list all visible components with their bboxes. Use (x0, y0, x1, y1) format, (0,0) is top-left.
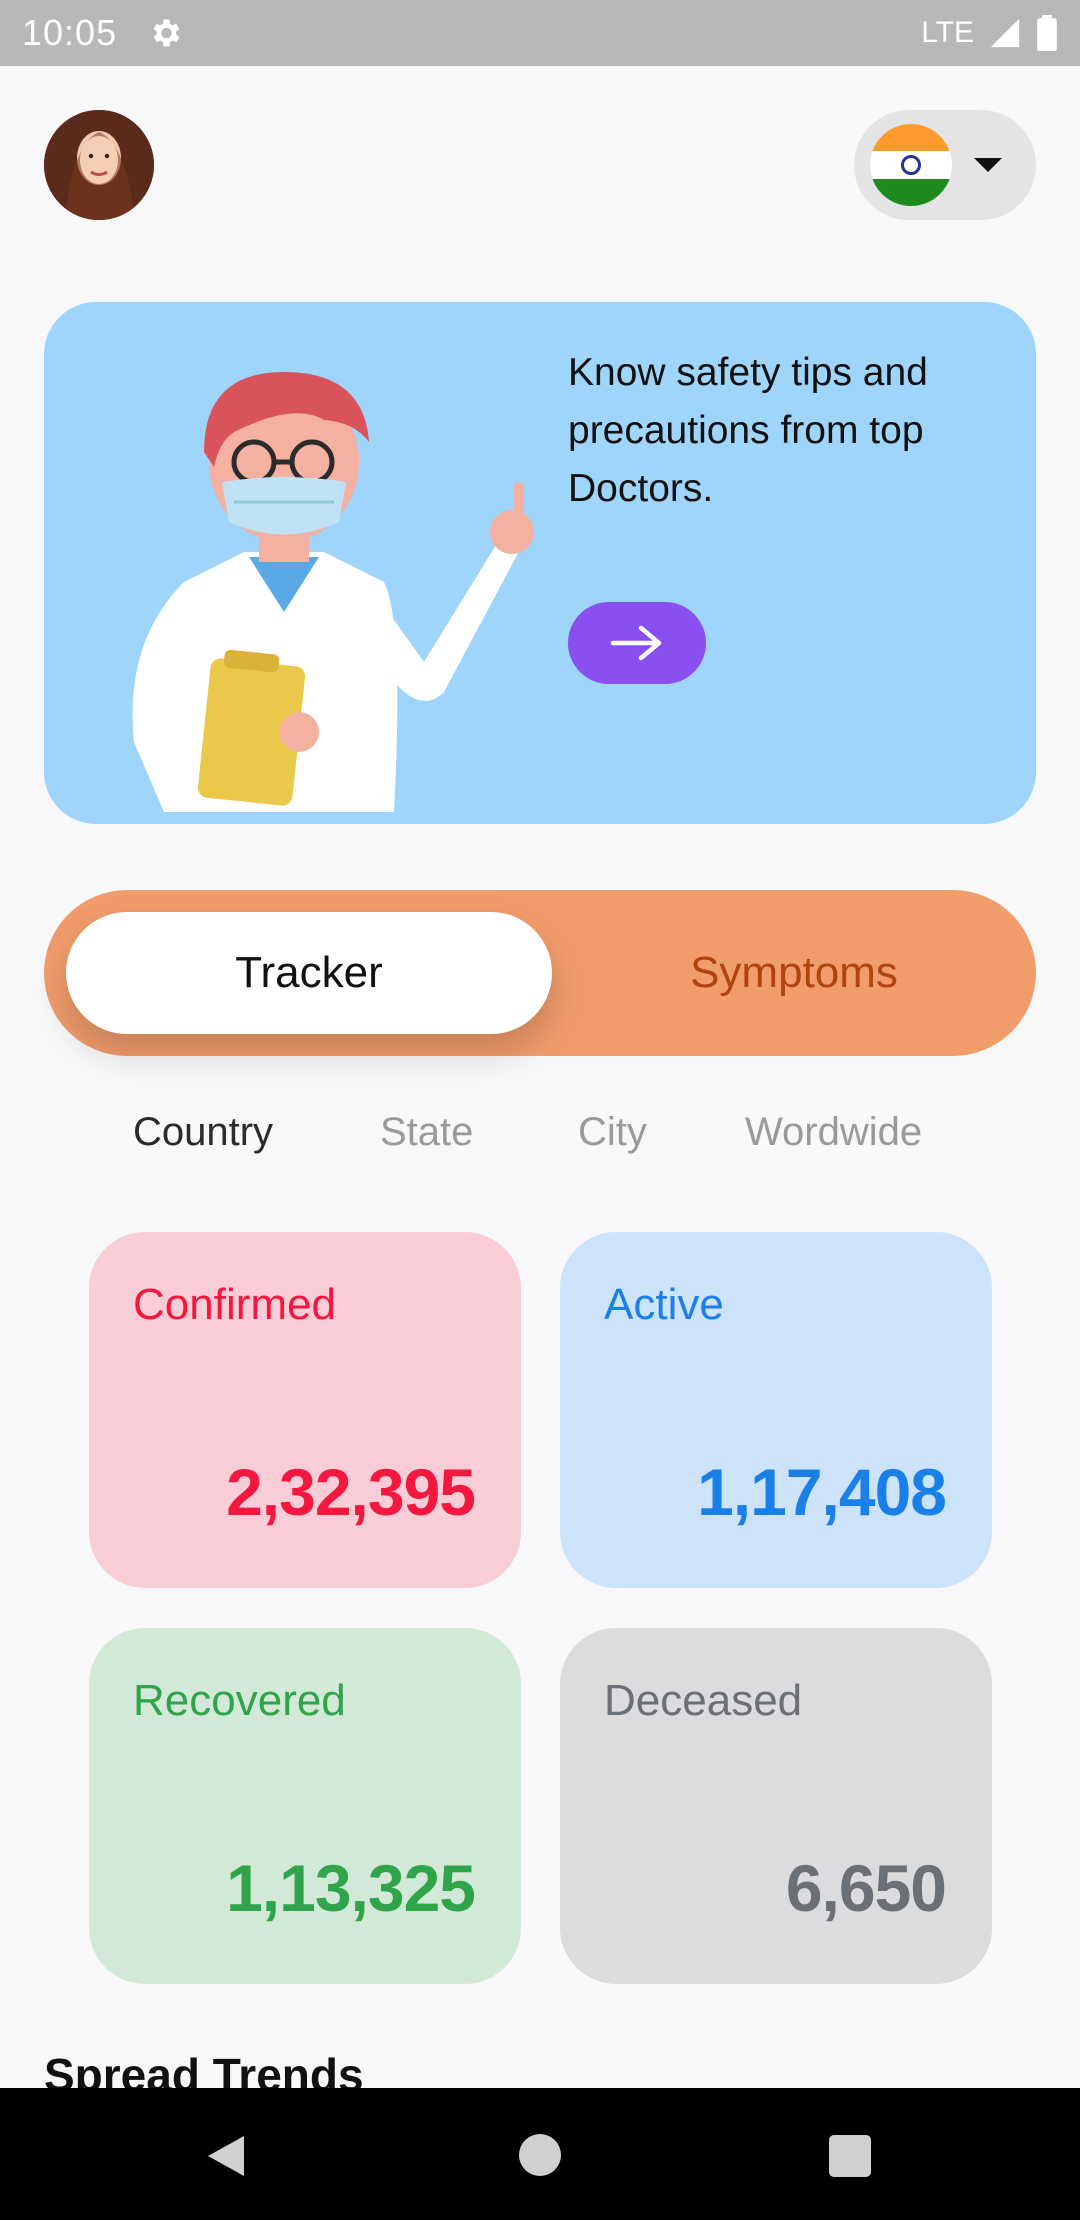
chevron-down-icon (974, 158, 1002, 172)
india-flag-icon (870, 124, 952, 206)
arrow-right-icon (610, 625, 662, 661)
banner-text: Know safety tips and precautions from to… (568, 351, 928, 510)
deceased-label: Deceased (604, 1676, 803, 1725)
tab-state[interactable]: State (380, 1110, 473, 1155)
system-nav-bar (0, 2088, 1080, 2220)
user-avatar[interactable] (44, 110, 154, 220)
recents-icon[interactable] (829, 2135, 871, 2177)
confirmed-value: 2,32,395 (226, 1455, 476, 1529)
tracker-symptoms-toggle: Tracker Symptoms (44, 890, 1036, 1056)
scope-tabs: Country State City Wordwide (0, 1110, 1080, 1180)
deceased-value: 6,650 (785, 1851, 947, 1925)
deceased-card[interactable]: Deceased 6,650 (560, 1628, 992, 1984)
active-value: 1,17,408 (697, 1455, 947, 1529)
tab-country[interactable]: Country (133, 1110, 273, 1155)
recovered-card[interactable]: Recovered 1,13,325 (89, 1628, 521, 1984)
confirmed-card[interactable]: Confirmed 2,32,395 (89, 1232, 521, 1588)
avatar-portrait (44, 110, 154, 220)
recovered-label: Recovered (133, 1676, 346, 1725)
recovered-value: 1,13,325 (226, 1851, 476, 1925)
signal-icon (990, 18, 1020, 48)
active-card[interactable]: Active 1,17,408 (560, 1232, 992, 1588)
tab-worldwide[interactable]: Wordwide (745, 1110, 922, 1155)
settings-gear-icon (153, 19, 180, 47)
app-screen: 10:05 LTE Know safety tips and precautio… (0, 0, 1080, 2220)
doctor-illustration (132, 372, 534, 812)
status-time: 10:05 (22, 12, 118, 53)
safety-tips-banner: Know safety tips and precautions from to… (44, 302, 1036, 824)
tab-tracker[interactable]: Tracker (66, 912, 552, 1034)
status-indicators: LTE (921, 15, 1058, 51)
banner-arrow-button[interactable] (568, 602, 706, 684)
confirmed-label: Confirmed (133, 1280, 336, 1329)
country-selector[interactable] (854, 110, 1036, 220)
home-icon[interactable] (519, 2134, 561, 2176)
network-type: LTE (921, 16, 974, 49)
tab-city[interactable]: City (578, 1110, 647, 1155)
status-bar: 10:05 LTE (0, 0, 1080, 66)
back-icon[interactable] (204, 2132, 248, 2180)
battery-icon (1037, 15, 1057, 51)
active-label: Active (604, 1280, 724, 1329)
tab-symptoms[interactable]: Symptoms (552, 912, 1036, 1034)
